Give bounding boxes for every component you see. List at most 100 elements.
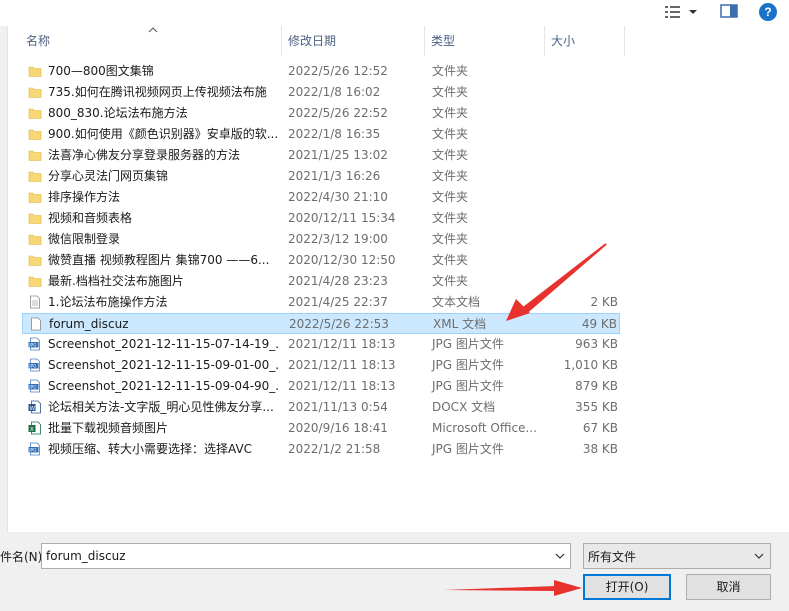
file-name: 800_830.论坛法布施方法	[48, 106, 188, 120]
file-name: 700—800图文集锦	[48, 64, 154, 78]
table-row[interactable]: JPG Screenshot_2021-12-11-15-09-04-90_...…	[22, 376, 620, 397]
file-date: 2020/12/11 15:34	[288, 211, 396, 225]
file-date: 2022/5/26 22:53	[289, 317, 389, 331]
text-file-icon	[28, 295, 42, 309]
table-row[interactable]: 视频和音频表格 2020/12/11 15:34 文件夹	[22, 208, 620, 229]
file-date: 2021/12/11 18:13	[288, 358, 396, 372]
file-size: 1,010 KB	[563, 358, 618, 372]
file-size: 355 KB	[575, 400, 618, 414]
file-date: 2021/4/25 22:37	[288, 295, 388, 309]
column-header-type-label: 类型	[431, 34, 456, 48]
file-type: 文本文档	[432, 295, 481, 309]
table-row[interactable]: W 论坛相关方法-文字版_明心见性佛友分享... 2021/11/13 0:54 DO…	[22, 397, 620, 418]
file-size: 879 KB	[575, 379, 618, 393]
file-date: 2022/1/8 16:02	[288, 85, 381, 99]
jpg-file-icon: JPG	[28, 379, 42, 393]
filename-combobox[interactable]	[41, 543, 571, 569]
table-row[interactable]: 1.论坛法布施操作方法 2021/4/25 22:37 文本文档 2 KB	[22, 292, 620, 313]
table-row[interactable]: 排序操作方法 2022/4/30 21:10 文件夹	[22, 187, 620, 208]
svg-text:JPG: JPG	[28, 385, 37, 391]
table-row[interactable]: 735.如何在腾讯视频网页上传视频法布施 2022/1/8 16:02 文件夹	[22, 82, 620, 103]
file-type: 文件夹	[432, 148, 469, 162]
file-size: 38 KB	[582, 442, 618, 456]
file-name: 视频和音频表格	[48, 211, 133, 225]
file-type: Microsoft Office...	[432, 421, 537, 435]
dialog-toolbar: ?	[0, 0, 789, 26]
file-type: JPG 图片文件	[432, 358, 504, 372]
folder-icon	[28, 64, 42, 78]
table-row[interactable]: JPG Screenshot_2021-12-11-15-07-14-19_...…	[22, 334, 620, 355]
svg-text:JPG: JPG	[28, 448, 37, 454]
folder-icon	[28, 85, 42, 99]
filename-input[interactable]	[46, 547, 546, 565]
folder-icon	[28, 169, 42, 183]
file-type: 文件夹	[432, 190, 469, 204]
file-name: 分享心灵法门网页集锦	[48, 169, 169, 183]
view-options-button[interactable]	[664, 3, 706, 21]
file-name: 微赞直播 视频教程图片 集锦700 ——6...	[48, 253, 270, 267]
file-name: Screenshot_2021-12-11-15-09-04-90_...	[48, 379, 280, 393]
table-row[interactable]: 900.如何使用《颜色识别器》安卓版的软... 2022/1/8 16:35 文件夹	[22, 124, 620, 145]
file-type-filter[interactable]: 所有文件	[583, 543, 771, 569]
table-row[interactable]: X 批量下载视频音频图片 2020/9/16 18:41 Microsoft Offi…	[22, 418, 620, 439]
table-row[interactable]: 最新.档档社交法布施图片 2021/4/28 23:23 文件夹	[22, 271, 620, 292]
preview-pane-button[interactable]	[720, 3, 740, 21]
table-row[interactable]: 分享心灵法门网页集锦 2021/1/3 16:26 文件夹	[22, 166, 620, 187]
folder-icon	[28, 211, 42, 225]
table-row[interactable]: JPG 视频压缩、转大小需要选择：选择AVC 2022/1/2 21:58 JPG 图…	[22, 439, 620, 460]
file-date: 2022/4/30 21:10	[288, 190, 388, 204]
help-icon: ?	[764, 5, 772, 19]
file-type: 文件夹	[432, 274, 469, 288]
file-date: 2022/5/26 22:52	[288, 106, 388, 120]
file-name: 最新.档档社交法布施图片	[48, 274, 184, 288]
cancel-button[interactable]: 取消	[686, 574, 771, 600]
column-header-type[interactable]: 类型	[425, 26, 545, 56]
table-row[interactable]: 800_830.论坛法布施方法 2022/5/26 22:52 文件夹	[22, 103, 620, 124]
file-date: 2022/5/26 12:52	[288, 64, 388, 78]
file-name: 论坛相关方法-文字版_明心见性佛友分享...	[48, 400, 274, 414]
file-type: 文件夹	[432, 169, 469, 183]
file-name: 微信限制登录	[48, 232, 121, 246]
svg-text:W: W	[30, 406, 36, 412]
help-button[interactable]: ?	[759, 3, 777, 21]
table-row[interactable]: 微赞直播 视频教程图片 集锦700 ——6... 2020/12/30 12:50…	[22, 250, 620, 271]
chevron-down-icon	[689, 10, 697, 14]
file-date: 2020/9/16 18:41	[288, 421, 388, 435]
column-header-date[interactable]: 修改日期	[282, 26, 425, 56]
file-size: 49 KB	[581, 317, 617, 331]
column-header-size-label: 大小	[551, 34, 576, 48]
file-type: 文件夹	[432, 232, 469, 246]
dialog-footer: 件名(N): 所有文件 打开(O) 取消	[0, 532, 789, 611]
folder-icon	[28, 190, 42, 204]
svg-text:JPG: JPG	[28, 343, 37, 349]
file-date: 2022/1/8 16:35	[288, 127, 381, 141]
table-row[interactable]: 法喜净心佛友分享登录服务器的方法 2021/1/25 13:02 文件夹	[22, 145, 620, 166]
file-type: JPG 图片文件	[432, 442, 504, 456]
file-type: XML 文档	[433, 317, 487, 331]
file-date: 2022/3/12 19:00	[288, 232, 388, 246]
docx-file-icon: W	[28, 400, 42, 414]
file-type: 文件夹	[432, 85, 469, 99]
file-list-header: 名称 修改日期 类型 大小	[8, 26, 628, 56]
file-date: 2021/11/13 0:54	[288, 400, 388, 414]
folder-icon	[28, 232, 42, 246]
file-type: JPG 图片文件	[432, 379, 504, 393]
column-header-size[interactable]: 大小	[545, 26, 625, 56]
folder-icon	[28, 274, 42, 288]
sort-ascending-icon	[148, 27, 158, 33]
svg-text:X: X	[30, 427, 34, 433]
table-row[interactable]: 700—800图文集锦 2022/5/26 12:52 文件夹	[22, 61, 620, 82]
file-name: 735.如何在腾讯视频网页上传视频法布施	[48, 85, 267, 99]
open-button[interactable]: 打开(O)	[583, 574, 671, 600]
filename-label: 件名(N):	[0, 550, 47, 564]
table-row[interactable]: JPG Screenshot_2021-12-11-15-09-01-00_...…	[22, 355, 620, 376]
table-row[interactable]: 微信限制登录 2022/3/12 19:00 文件夹	[22, 229, 620, 250]
file-list: 名称 修改日期 类型 大小 700—800图文集锦 2022/5/26 12:52…	[8, 26, 789, 532]
file-size: 67 KB	[582, 421, 618, 435]
chevron-down-icon[interactable]	[552, 548, 568, 564]
svg-text:JPG: JPG	[28, 364, 37, 370]
file-name: 批量下载视频音频图片	[48, 421, 169, 435]
folder-icon	[28, 148, 42, 162]
table-row-selected[interactable]: forum_discuz 2022/5/26 22:53 XML 文档 49 KB	[22, 313, 620, 334]
file-date: 2021/12/11 18:13	[288, 379, 396, 393]
